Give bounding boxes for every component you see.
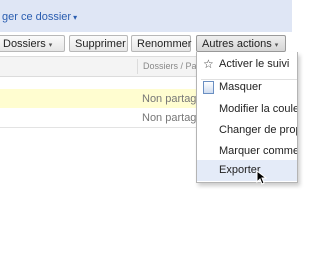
folders-button-label: Dossiers bbox=[3, 38, 46, 50]
menu-item-hide[interactable]: Masquer bbox=[197, 77, 297, 98]
menu-item-change-owner[interactable]: Changer de propr bbox=[197, 120, 297, 141]
menu-item-change-color[interactable]: Modifier la couleu bbox=[197, 99, 297, 120]
menu-item-enable-tracking[interactable]: ☆ Activer le suivi bbox=[197, 54, 297, 75]
folders-button[interactable]: Dossiers ▾ bbox=[0, 35, 65, 52]
column-divider bbox=[137, 59, 138, 74]
delete-button[interactable]: Supprimer bbox=[69, 35, 128, 52]
menu-item-export[interactable]: Exporter bbox=[197, 160, 297, 181]
menu-item-label: Activer le suivi bbox=[219, 58, 290, 70]
chevron-down-icon: ▾ bbox=[73, 13, 78, 22]
menu-item-label: Marquer comme r bbox=[219, 145, 298, 157]
menu-item-label: Masquer bbox=[219, 81, 262, 93]
mouse-pointer-icon bbox=[256, 170, 268, 185]
share-folder-label[interactable]: ger ce dossier bbox=[2, 11, 71, 23]
menu-item-mark-as[interactable]: Marquer comme r bbox=[197, 141, 297, 162]
sharing-status: Non partagé bbox=[142, 112, 203, 124]
top-bar: ger ce dossier ▾ bbox=[0, 0, 292, 32]
menu-item-label: Exporter bbox=[219, 164, 261, 176]
menu-item-label: Changer de propr bbox=[219, 124, 298, 136]
star-icon: ☆ bbox=[203, 57, 214, 71]
chevron-down-icon: ▾ bbox=[274, 42, 279, 49]
rename-button-label: Renommer bbox=[137, 38, 192, 50]
share-folder-link[interactable]: ger ce dossier ▾ bbox=[2, 11, 77, 23]
column-header-folders[interactable]: Dossiers / Par bbox=[143, 61, 200, 71]
more-actions-menu: ☆ Activer le suivi Masquer Modifier la c… bbox=[196, 52, 298, 183]
more-actions-button-label: Autres actions bbox=[202, 38, 272, 50]
menu-item-label: Modifier la couleu bbox=[219, 103, 298, 115]
document-icon bbox=[203, 81, 214, 94]
chevron-down-icon: ▾ bbox=[48, 42, 53, 49]
rename-button[interactable]: Renommer bbox=[131, 35, 191, 52]
sharing-status: Non partagé bbox=[142, 93, 203, 105]
more-actions-button[interactable]: Autres actions ▾ bbox=[196, 35, 286, 52]
delete-button-label: Supprimer bbox=[75, 38, 126, 50]
